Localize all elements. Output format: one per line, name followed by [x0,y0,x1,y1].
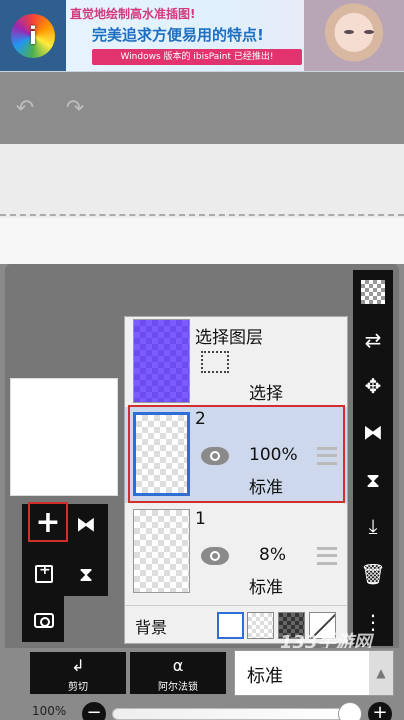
opacity-slider-row: 100% − + [0,702,404,720]
merge-layer-icon[interactable]: ⧗ [66,554,106,594]
opacity-decrease-button[interactable]: − [82,702,106,720]
layer-1-opacity: 8% [259,545,286,565]
opacity-slider[interactable] [112,708,358,720]
camera-icon [34,612,54,628]
trash-icon[interactable]: 🗑 [353,554,393,594]
layer-row-1[interactable]: 1 8% 标准 [125,507,347,603]
clipping-icon: ↲ [71,656,85,675]
selected-layer-highlight [128,405,345,503]
selection-layer-title: 选择图层 [195,328,263,348]
right-toolbar: ⇄ ✥ ⧓ ⧗ ⤓ 🗑 ⋮ [353,270,393,646]
flip-horizontal-icon[interactable]: ⧓ [353,412,393,452]
canvas [0,218,404,264]
ibispaint-logo: i [0,0,66,71]
background-light-checker-swatch[interactable] [247,612,274,639]
undo-icon[interactable]: ↶ [12,96,38,122]
alpha-lock-icon: α [172,656,184,675]
layer-1-blend-mode: 标准 [249,578,283,598]
top-toolbar: ↶ ↷ [0,72,404,144]
background-white-swatch[interactable] [217,612,244,639]
canvas-preview-thumbnail[interactable] [10,378,118,496]
clipping-button[interactable]: ↲ 剪切 [30,652,126,694]
merge-down-icon[interactable]: ⤓ [353,506,393,546]
swap-layer-icon[interactable]: ⇄ [353,320,393,360]
selection-border [0,214,404,216]
add-layer-button[interactable]: + [28,502,68,542]
flip-layer-icon[interactable]: ⧓ [66,504,106,544]
ad-banner[interactable]: i 直觉地绘制高水准插图! 完美追求方便易用的特点! Windows 版本的 i… [0,0,404,72]
layer-1-thumbnail [133,509,190,593]
visibility-eye-icon[interactable] [201,547,229,565]
add-square-layer-button[interactable] [24,554,64,594]
move-icon[interactable]: ✥ [353,366,393,406]
selection-layer-thumbnail [133,319,190,403]
selection-layer-label: 选择 [249,384,283,404]
rotate-icon[interactable]: ⧗ [353,460,393,500]
import-photo-button[interactable] [24,600,64,640]
banner-headline: 直觉地绘制高水准插图! [70,7,196,21]
background-label: 背景 [135,618,168,637]
alpha-lock-label: 阿尔法锁 [158,682,198,693]
layer-1-number: 1 [195,509,206,529]
add-square-icon [35,562,53,583]
banner-subheadline: 完美追求方便易用的特点! [92,26,264,44]
blend-mode-select[interactable]: 标准 ▲ [234,650,394,696]
dropdown-arrow-icon: ▲ [369,651,393,695]
bottom-controls: ↲ 剪切 α 阿尔法锁 标准 ▲ 100% − + [0,648,404,720]
opacity-value: 100% [32,704,67,718]
selection-dotted-icon [201,351,229,373]
drag-handle-icon[interactable] [317,547,337,565]
selection-layer-row[interactable]: 选择图层 选择 [125,317,347,405]
clipping-label: 剪切 [68,682,88,693]
banner-note: Windows 版本的 ibisPaint 已经推出! [92,49,302,65]
blend-mode-value: 标准 [247,666,283,687]
opacity-increase-button[interactable]: + [368,702,392,720]
banner-portrait-image [304,0,404,71]
redo-icon[interactable]: ↷ [62,96,88,122]
alpha-lock-button[interactable]: α 阿尔法锁 [130,652,226,694]
checkerboard-icon [361,280,385,304]
opacity-slider-knob[interactable] [338,702,362,720]
transparent-layer-button[interactable] [353,272,393,312]
canvas-area[interactable] [0,144,404,264]
